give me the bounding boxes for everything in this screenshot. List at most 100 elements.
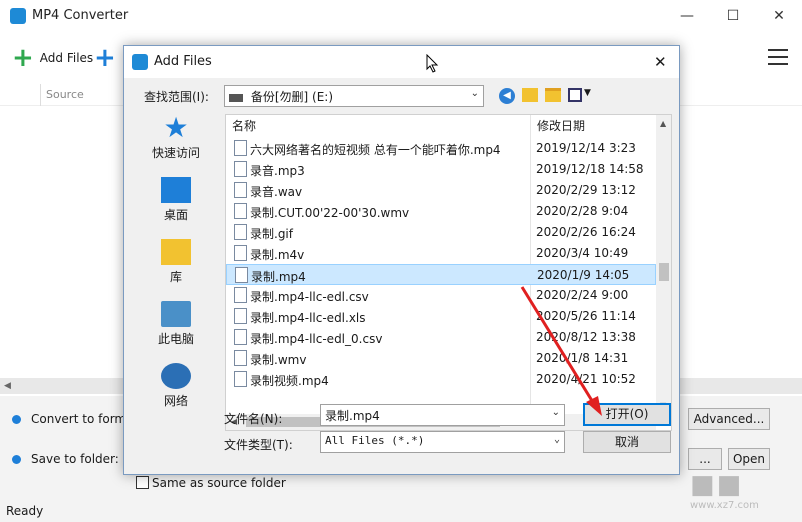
close-icon[interactable]: ✕: [756, 0, 802, 32]
dialog-close-icon[interactable]: ✕: [654, 53, 667, 71]
filename-input[interactable]: 录制.mp4 ⌄: [320, 404, 565, 426]
name-column-header[interactable]: 名称: [232, 115, 256, 137]
network-icon: [161, 363, 191, 389]
file-row[interactable]: 录制.m4v 2020/3/4 10:49: [226, 243, 656, 264]
open-folder-button[interactable]: Open: [728, 448, 770, 470]
file-icon: [234, 350, 247, 366]
look-in-value: 备份[勿删] (E:): [250, 90, 333, 104]
file-name: 录音.mp3: [250, 164, 305, 178]
vertical-scrollbar[interactable]: ▲ ▼: [656, 115, 671, 414]
file-row[interactable]: 录制.mp4 2020/1/9 14:05: [226, 264, 656, 285]
place-2[interactable]: 库: [132, 239, 220, 299]
drive-icon: [229, 93, 243, 102]
file-icon: [234, 329, 247, 345]
computer-icon: [161, 301, 191, 327]
up-folder-icon[interactable]: [522, 88, 538, 102]
place-0[interactable]: ★ 快速访问: [132, 111, 220, 175]
new-folder-icon[interactable]: [545, 88, 561, 102]
same-as-source-checkbox[interactable]: [136, 476, 149, 489]
file-row[interactable]: 录音.wav 2020/2/29 13:12: [226, 180, 656, 201]
file-row[interactable]: 录制.CUT.00'22-00'30.wmv 2020/2/28 9:04: [226, 201, 656, 222]
menu-icon[interactable]: [768, 48, 788, 66]
file-name: 录制.gif: [250, 227, 293, 241]
file-date: 2020/1/8 14:31: [536, 351, 629, 365]
places-bar: ★ 快速访问桌面库此电脑网络: [132, 111, 220, 433]
file-name: 六大网络著名的短视频 总有一个能吓着你.mp4: [250, 143, 501, 157]
chevron-down-icon: ⌄: [553, 434, 560, 445]
file-icon: [234, 224, 247, 240]
dialog-title: Add Files: [154, 54, 212, 69]
file-icon: [234, 140, 247, 156]
file-row[interactable]: 录制视频.mp4 2020/4/21 10:52: [226, 369, 656, 390]
title-bar: MP4 Converter — ☐ ✕: [0, 0, 802, 32]
file-name: 录制.m4v: [250, 248, 305, 262]
file-icon: [234, 308, 247, 324]
source-column-header[interactable]: Source: [46, 88, 84, 101]
file-date: 2020/8/12 13:38: [536, 330, 636, 344]
file-name: 录制.mp4-llc-edl.xls: [250, 311, 366, 325]
file-name: 录制.mp4-llc-edl_0.csv: [250, 332, 383, 346]
add-folder-button[interactable]: +: [94, 45, 122, 71]
open-button[interactable]: 打开(O): [583, 403, 671, 426]
watermark-logo: ■■ www.xz7.com: [690, 470, 798, 520]
browse-button[interactable]: ...: [688, 448, 722, 470]
filename-value: 录制.mp4: [325, 409, 380, 423]
place-3[interactable]: 此电脑: [132, 301, 220, 361]
back-icon[interactable]: ◀: [499, 88, 515, 104]
place-label: 此电脑: [157, 332, 194, 346]
add-files-button[interactable]: + Add Files: [12, 45, 94, 71]
app-logo-icon: [132, 54, 148, 70]
file-icon: [234, 161, 247, 177]
file-row[interactable]: 录音.mp3 2019/12/18 14:58: [226, 159, 656, 180]
file-list: 名称 修改日期 ^ 六大网络著名的短视频 总有一个能吓着你.mp4 2019/12…: [225, 114, 672, 431]
file-date: 2019/12/18 14:58: [536, 162, 644, 176]
app-title: MP4 Converter: [32, 8, 129, 23]
save-folder-label: Save to folder:: [31, 452, 119, 466]
file-row[interactable]: 录制.gif 2020/2/26 16:24: [226, 222, 656, 243]
cancel-button[interactable]: 取消: [583, 431, 671, 453]
chevron-down-icon: ⌄: [551, 407, 560, 418]
place-label: 桌面: [163, 208, 188, 222]
file-icon: [235, 267, 248, 283]
maximize-icon[interactable]: ☐: [710, 0, 756, 32]
mouse-cursor-icon: [426, 54, 439, 73]
file-name: 录制.wmv: [250, 353, 307, 367]
watermark-text: www.xz7.com: [690, 500, 759, 511]
star-icon: ★: [163, 111, 189, 144]
file-row[interactable]: 录制.mp4-llc-edl.csv 2020/2/24 9:00: [226, 285, 656, 306]
filetype-select[interactable]: All Files (*.*) ⌄: [320, 431, 565, 453]
minimize-icon[interactable]: —: [664, 0, 710, 32]
date-column-header[interactable]: 修改日期: [537, 115, 585, 137]
chevron-down-icon: ⌄: [470, 88, 479, 99]
add-files-label: Add Files: [39, 51, 94, 65]
library-icon: [161, 239, 191, 265]
file-date: 2020/3/4 10:49: [536, 246, 629, 260]
file-row[interactable]: 录制.wmv 2020/1/8 14:31: [226, 348, 656, 369]
advanced-button[interactable]: Advanced...: [688, 408, 770, 430]
file-date: 2020/2/24 9:00: [536, 288, 629, 302]
view-menu-icon[interactable]: ▼: [568, 88, 594, 102]
place-label: 库: [169, 270, 182, 284]
file-row[interactable]: 录制.mp4-llc-edl_0.csv 2020/8/12 13:38: [226, 327, 656, 348]
bullet-icon: [12, 414, 21, 424]
app-logo-icon: [10, 8, 26, 24]
status-bar: Ready: [6, 504, 44, 518]
look-in-select[interactable]: 备份[勿删] (E:) ⌄: [224, 85, 484, 107]
file-date: 2020/5/26 11:14: [536, 309, 636, 323]
sort-up-icon: ^: [371, 114, 379, 122]
file-name: 录制.mp4-llc-edl.csv: [250, 290, 369, 304]
place-4[interactable]: 网络: [132, 363, 220, 423]
file-date: 2020/2/26 16:24: [536, 225, 636, 239]
place-label: 快速访问: [151, 146, 200, 160]
file-row[interactable]: 六大网络著名的短视频 总有一个能吓着你.mp4 2019/12/14 3:23: [226, 138, 656, 159]
filetype-label: 文件类型(T):: [224, 438, 293, 452]
file-row[interactable]: 录制.mp4-llc-edl.xls 2020/5/26 11:14: [226, 306, 656, 327]
file-date: 2020/2/29 13:12: [536, 183, 636, 197]
file-icon: [234, 182, 247, 198]
file-icon: [234, 371, 247, 387]
file-name: 录制视频.mp4: [250, 374, 329, 388]
scroll-thumb[interactable]: [659, 263, 669, 281]
look-in-label: 查找范围(I):: [144, 90, 209, 104]
same-as-source-label: Same as source folder: [152, 476, 286, 490]
place-1[interactable]: 桌面: [132, 177, 220, 237]
